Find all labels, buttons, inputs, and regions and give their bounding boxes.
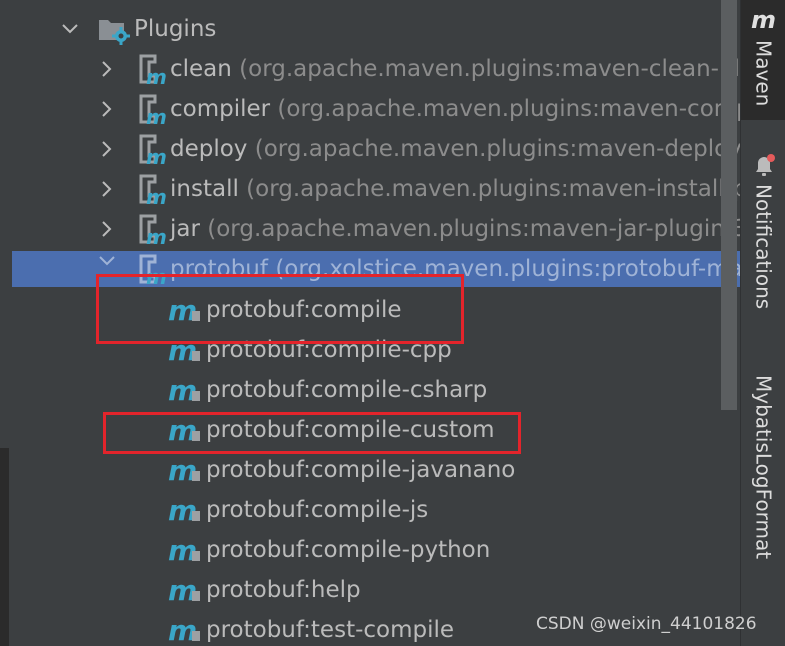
svg-text:m: m [146,105,167,126]
tree-row-plugin-deploy[interactable]: m deploy (org.apache.maven.plugins:maven… [0,129,740,169]
watermark: CSDN @weixin_44101826 [536,614,757,634]
goal-label: protobuf:compile-javanano [206,457,516,483]
svg-text:m: m [168,614,197,646]
goal-label: protobuf:compile [206,297,402,323]
svg-text:m: m [168,374,197,407]
maven-goal-icon: m [168,533,202,567]
goal-label: protobuf:compile-custom [206,417,495,443]
plugin-coordinates: (org.apache.maven.plugins:maven-clean-pl… [239,56,740,82]
svg-text:m: m [168,414,197,447]
tree-row-goal-compile-javanano[interactable]: m protobuf:compile-javanano [0,450,740,490]
svg-text:m: m [168,574,197,607]
tree-row-goal-compile-csharp[interactable]: m protobuf:compile-csharp [0,370,740,410]
tree-row-goal-help[interactable]: m protobuf:help [0,570,740,610]
maven-goal-icon: m [168,453,202,487]
right-tool-window-bar: m Maven Notifications MybatisLogFormat [740,0,785,646]
plugin-coordinates: (org.apache.maven.plugins:maven-jar-plug… [207,216,740,242]
bell-icon [752,150,776,180]
tree-row-plugin-install[interactable]: m install (org.apache.maven.plugins:mave… [0,169,740,209]
tab-notifications-label: Notifications [751,184,776,310]
goal-label: protobuf:compile-cpp [206,337,452,363]
maven-plugin-icon: m [133,212,167,249]
chevron-right-icon[interactable] [97,139,117,159]
plugin-name: install [170,176,239,202]
maven-plugin-icon: m [133,92,167,129]
svg-text:m: m [146,185,167,206]
svg-text:m: m [168,334,197,367]
maven-goal-icon: m [168,413,202,447]
chevron-right-icon[interactable] [97,219,117,239]
tab-mybatislogformat[interactable]: MybatisLogFormat [741,375,785,585]
tab-mybatislogformat-label: MybatisLogFormat [751,375,776,560]
goal-label: protobuf:compile-js [206,497,429,523]
tab-maven[interactable]: m Maven [741,0,785,120]
tree-row-goal-compile-custom[interactable]: m protobuf:compile-custom [0,410,740,450]
maven-m-icon: m [750,6,776,34]
tree-row-plugin-compiler[interactable]: m compiler (org.apache.maven.plugins:mav… [0,89,740,129]
svg-text:m: m [146,145,167,166]
goal-label: protobuf:compile-csharp [206,377,488,403]
tree-row-goal-compile-python[interactable]: m protobuf:compile-python [0,530,740,570]
plugins-folder-gear-icon [97,12,131,46]
goal-label: protobuf:help [206,577,361,603]
plugin-coordinates: (org.apache.maven.plugins:maven-deploy- [254,136,740,162]
maven-goal-icon: m [168,293,202,327]
maven-plugin-icon: m [133,252,167,287]
tree-row-goal-compile-js[interactable]: m protobuf:compile-js [0,490,740,530]
chevron-down-icon[interactable] [60,19,80,39]
maven-goal-icon: m [168,493,202,527]
svg-text:m: m [146,225,167,246]
chevron-right-icon[interactable] [97,179,117,199]
chevron-right-icon[interactable] [97,99,117,119]
plugin-coordinates: (org.xolstice.maven.plugins:protobuf-ma [275,256,740,282]
svg-text:m: m [168,294,197,327]
plugin-name: deploy [170,136,248,162]
goal-label: protobuf:test-compile [206,617,455,643]
tree-row-plugin-jar[interactable]: m jar (org.apache.maven.plugins:maven-ja… [0,209,740,249]
svg-text:m: m [168,534,197,567]
plugins-label: Plugins [134,16,217,42]
maven-plugin-icon: m [133,172,167,209]
plugin-name: clean [170,56,232,82]
tab-maven-label: Maven [751,40,776,107]
chevron-right-icon[interactable] [97,59,117,79]
maven-tree: Plugins m clean (org.apache.maven.plugin… [0,0,740,646]
plugin-name: jar [170,216,200,242]
svg-text:m: m [168,454,197,487]
tree-row-goal-compile-cpp[interactable]: m protobuf:compile-cpp [0,330,740,370]
tree-row-plugin-protobuf[interactable]: m protobuf (org.xolstice.maven.plugins:p… [12,251,740,287]
maven-goal-icon: m [168,373,202,407]
svg-text:m: m [146,65,167,86]
plugin-coordinates: (org.apache.maven.plugins:maven-install-… [246,176,740,202]
tree-row-plugin-clean[interactable]: m clean (org.apache.maven.plugins:maven-… [0,49,740,89]
plugin-coordinates: (org.apache.maven.plugins:maven-comp [277,96,740,122]
maven-goal-icon: m [168,613,202,646]
maven-plugin-icon: m [133,132,167,169]
tree-scrollbar-thumb[interactable] [721,0,737,410]
maven-goal-icon: m [168,573,202,607]
tree-row-goal-compile[interactable]: m protobuf:compile [0,290,740,330]
plugin-name: protobuf [170,256,268,282]
chevron-down-icon[interactable] [97,251,117,271]
goal-label: protobuf:compile-python [206,537,491,563]
tab-notifications[interactable]: Notifications [741,150,785,340]
maven-goal-icon: m [168,333,202,367]
maven-plugin-icon: m [133,52,167,89]
svg-text:m: m [168,494,197,527]
plugin-name: compiler [170,96,271,122]
tree-row-plugins[interactable]: Plugins [0,9,740,49]
svg-text:m: m [146,265,167,286]
